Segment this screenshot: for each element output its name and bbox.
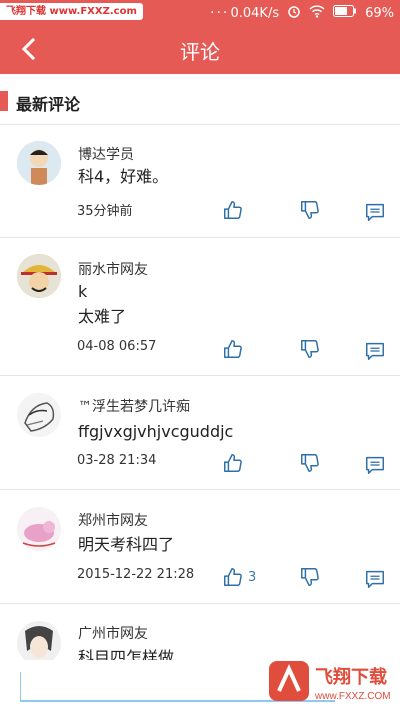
dislike-button[interactable] xyxy=(299,338,321,360)
commenter-name: 广州市网友 xyxy=(78,626,148,642)
comment-text: k xyxy=(78,282,88,301)
comment-text: 明天考科四了 xyxy=(78,535,175,554)
reply-button[interactable] xyxy=(364,568,386,590)
avatar[interactable] xyxy=(17,254,61,298)
thumbs-down-icon xyxy=(301,568,319,586)
like-button[interactable] xyxy=(222,338,244,360)
like-button[interactable] xyxy=(222,452,244,474)
dislike-button[interactable] xyxy=(299,566,321,588)
dislike-button[interactable] xyxy=(299,199,321,221)
reply-button[interactable] xyxy=(364,340,386,362)
comment-icon xyxy=(366,203,384,221)
watermark-url: www.FXXZ.COM xyxy=(314,691,391,702)
like-button[interactable] xyxy=(222,566,244,588)
page-title: 评论 xyxy=(180,40,220,64)
comment-item: 郑州市网友 明天考科四了 2015-12-22 21:28 3 xyxy=(0,489,400,603)
commenter-name: ™浮生若梦几许痴 xyxy=(78,399,190,415)
comment-text: 太难了 xyxy=(78,307,127,326)
avatar[interactable] xyxy=(17,393,61,437)
reply-button[interactable] xyxy=(364,201,386,223)
thumbs-down-icon xyxy=(301,454,319,472)
comment-time: 35分钟前 xyxy=(77,204,133,219)
comment-time: 04-08 06:57 xyxy=(77,339,157,354)
comment-item: 博达学员 科4，好难。 35分钟前 xyxy=(0,124,400,237)
comment-item: 丽水市网友 k 太难了 04-08 06:57 xyxy=(0,237,400,375)
thumbs-up-icon xyxy=(224,454,242,472)
reply-button[interactable] xyxy=(364,454,386,476)
thumbs-down-icon xyxy=(301,201,319,219)
thumbs-down-icon xyxy=(301,340,319,358)
wifi-icon xyxy=(309,4,325,22)
watermark-logo-icon: 飞翔下载 www.FXXZ.COM xyxy=(269,661,391,702)
site-tag: 飞翔下载 www.FXXZ.com xyxy=(0,3,143,20)
thumbs-up-icon xyxy=(224,340,242,358)
status-bar: 飞翔下载 www.FXXZ.com ... 0.04K/s 69% xyxy=(0,0,400,24)
comment-item: ™浮生若梦几许痴 ffgjvxgjvhjvcguddjc 03-28 21:34 xyxy=(0,375,400,489)
section-accent-bar xyxy=(0,91,8,111)
avatar[interactable] xyxy=(17,621,61,660)
like-count: 3 xyxy=(248,570,257,585)
comment-time: 03-28 21:34 xyxy=(77,453,157,468)
status-dots: ... xyxy=(210,1,230,17)
comment-icon xyxy=(366,342,384,360)
comment-text: 科目四怎样做 xyxy=(78,648,175,660)
comment-icon xyxy=(366,570,384,588)
alarm-icon xyxy=(287,4,301,22)
watermark: 飞翔下载 www.FXXZ.COM xyxy=(265,655,395,707)
thumbs-up-icon xyxy=(224,568,242,586)
dislike-button[interactable] xyxy=(299,452,321,474)
avatar[interactable] xyxy=(17,141,61,185)
section-header: 最新评论 xyxy=(0,84,400,118)
comment-icon xyxy=(366,456,384,474)
watermark-text: 飞翔下载 xyxy=(315,666,387,687)
comment-text: 科4，好难。 xyxy=(78,167,169,186)
commenter-name: 博达学员 xyxy=(78,147,134,163)
like-button[interactable] xyxy=(222,199,244,221)
commenter-name: 丽水市网友 xyxy=(78,262,148,278)
avatar[interactable] xyxy=(17,507,61,551)
network-speed: 0.04K/s xyxy=(230,5,280,21)
comment-item: 广州市网友 科目四怎样做 xyxy=(0,603,400,660)
comment-time: 2015-12-22 21:28 xyxy=(77,567,195,582)
section-title: 最新评论 xyxy=(16,95,81,114)
app-bar: 评论 xyxy=(0,24,400,74)
status-right: 0.04K/s 69% xyxy=(230,4,394,22)
thumbs-up-icon xyxy=(224,201,242,219)
comment-text: ffgjvxgjvhjvcguddjc xyxy=(78,422,234,441)
commenter-name: 郑州市网友 xyxy=(78,513,148,529)
battery-icon xyxy=(333,5,357,21)
battery-percent: 69% xyxy=(365,5,394,21)
